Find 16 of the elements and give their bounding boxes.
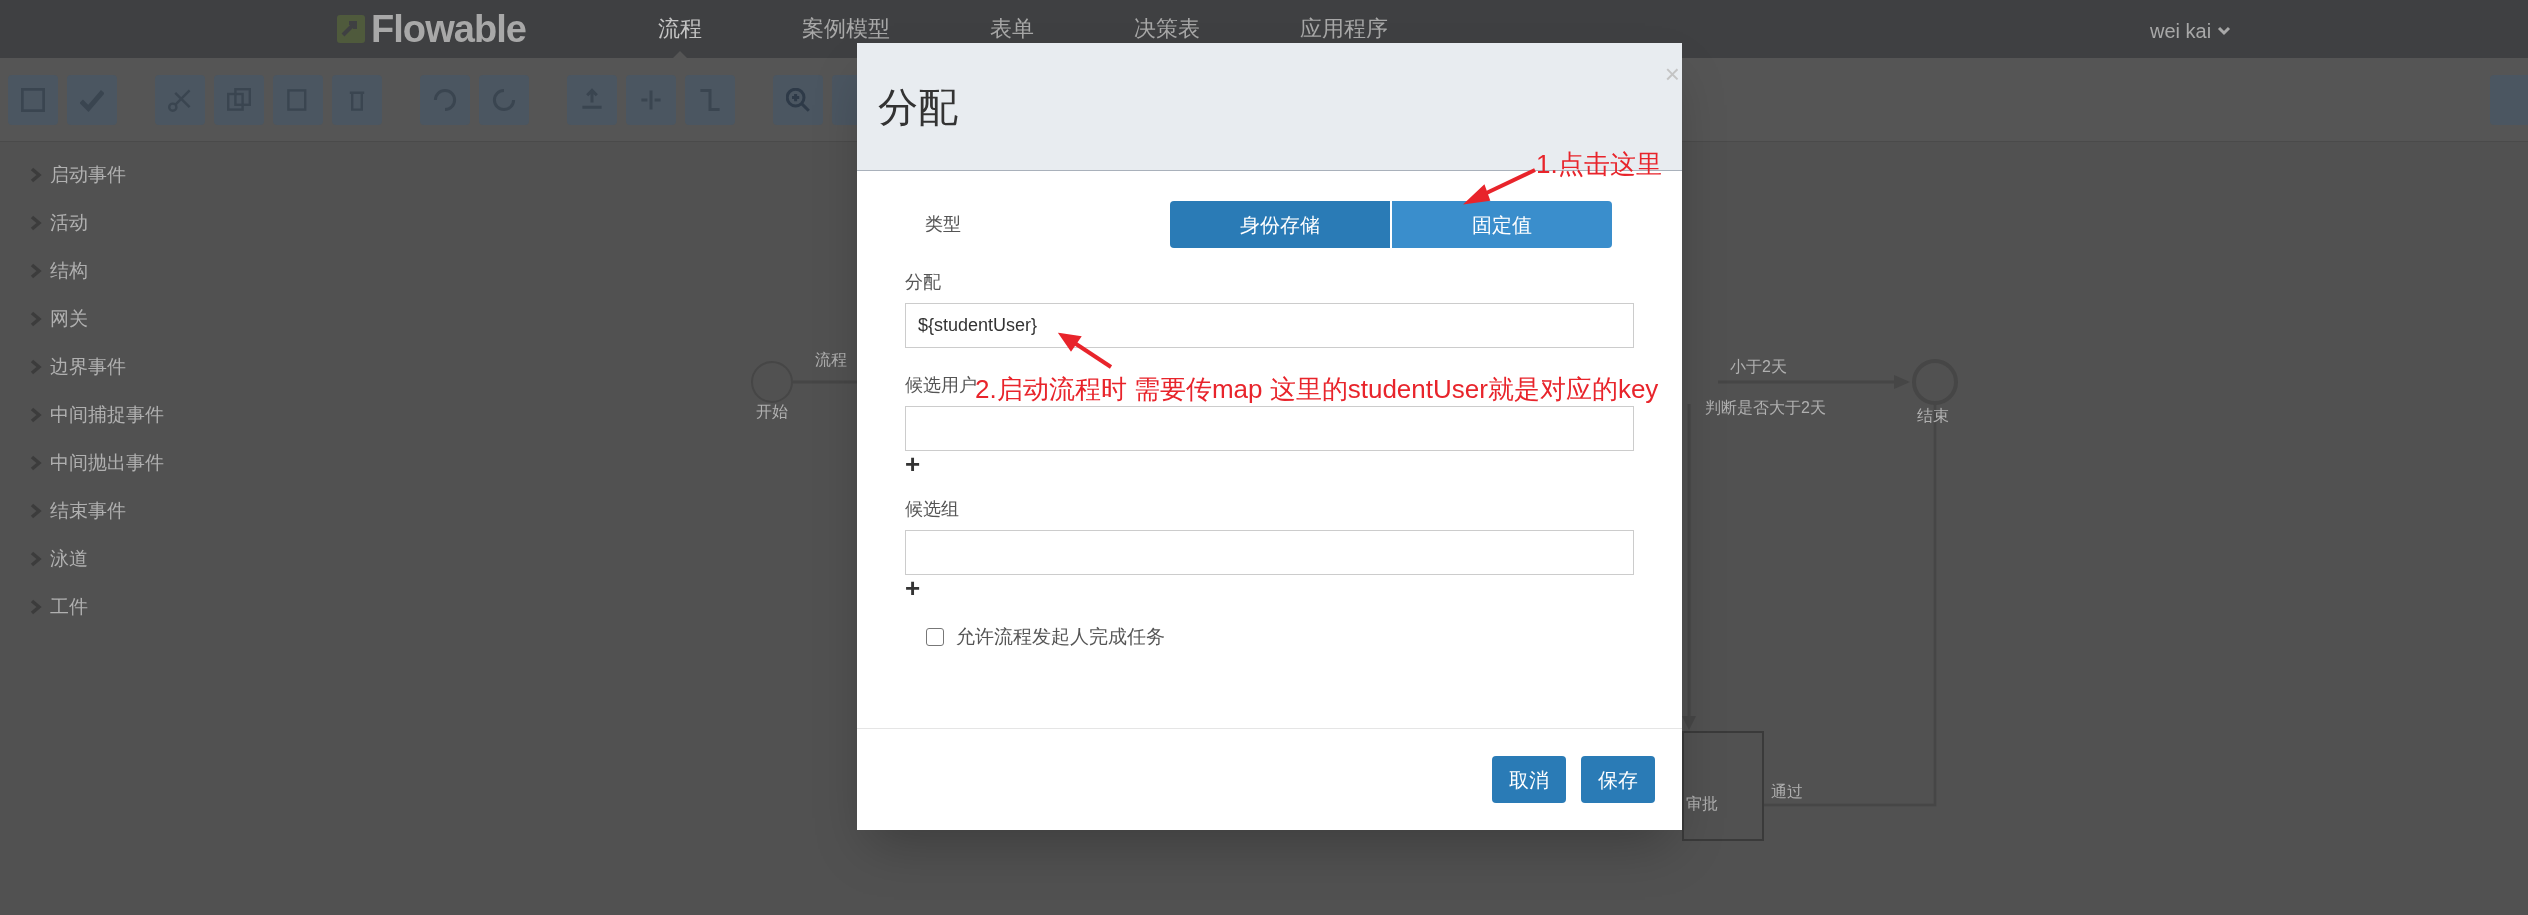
diagram-label: 审批 xyxy=(1686,794,1718,814)
diagram-label: 通过 xyxy=(1771,782,1803,802)
field-label: 类型 xyxy=(925,213,962,236)
logo-text: Flowable xyxy=(371,6,526,52)
diagram-label: 判断是否大于2天 xyxy=(1705,398,1826,418)
diagram-label: 开始 xyxy=(756,402,788,422)
diagram-label: 小于2天 xyxy=(1730,357,1787,377)
field-label: 候选用户 xyxy=(905,374,977,395)
diagram-label: 结束 xyxy=(1917,406,1949,426)
field-label: 分配 xyxy=(905,271,941,294)
field-label: 候选组 xyxy=(905,498,959,521)
diagram-label: 流程 xyxy=(815,350,847,370)
checkbox-label: 允许流程发起人完成任务 xyxy=(956,625,1165,649)
annotation-text: 2.启动流程时 需要传map 这里的studentUser就是对应的key xyxy=(975,375,1659,403)
dialog-title: 分配 xyxy=(878,83,958,131)
annotation-text: 1.点击这里 xyxy=(1536,148,1662,181)
